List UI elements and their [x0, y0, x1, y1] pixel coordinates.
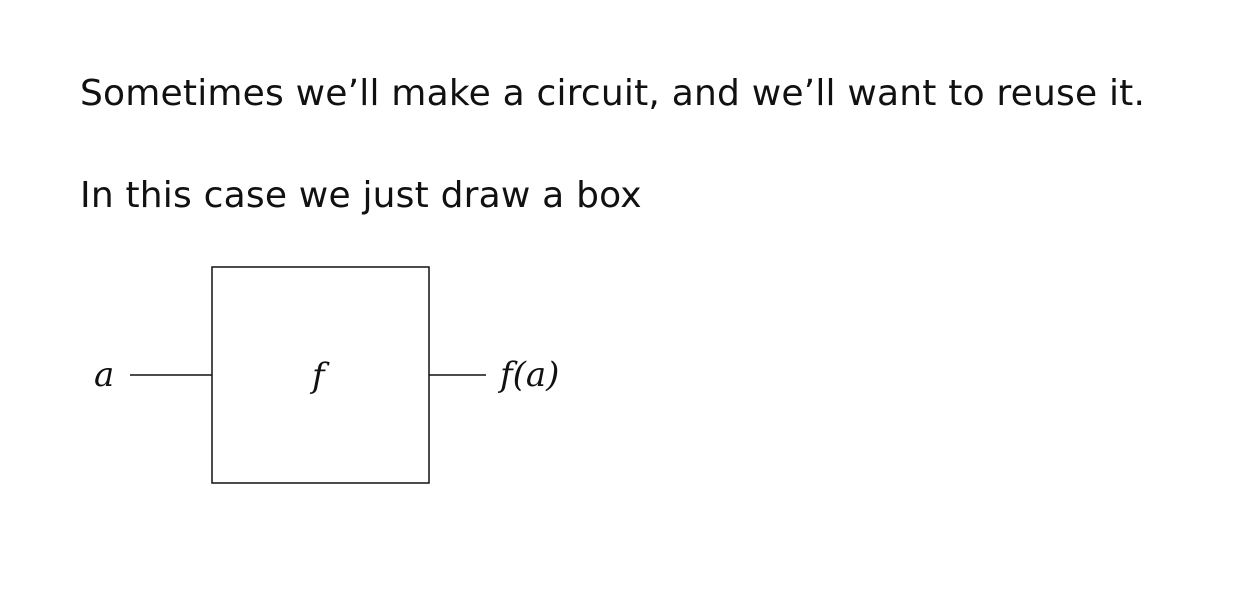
function-box-diagram: a f f(a) — [94, 266, 559, 484]
box-label: f — [309, 356, 330, 396]
output-label: f(a) — [497, 355, 559, 395]
input-label: a — [94, 355, 114, 395]
